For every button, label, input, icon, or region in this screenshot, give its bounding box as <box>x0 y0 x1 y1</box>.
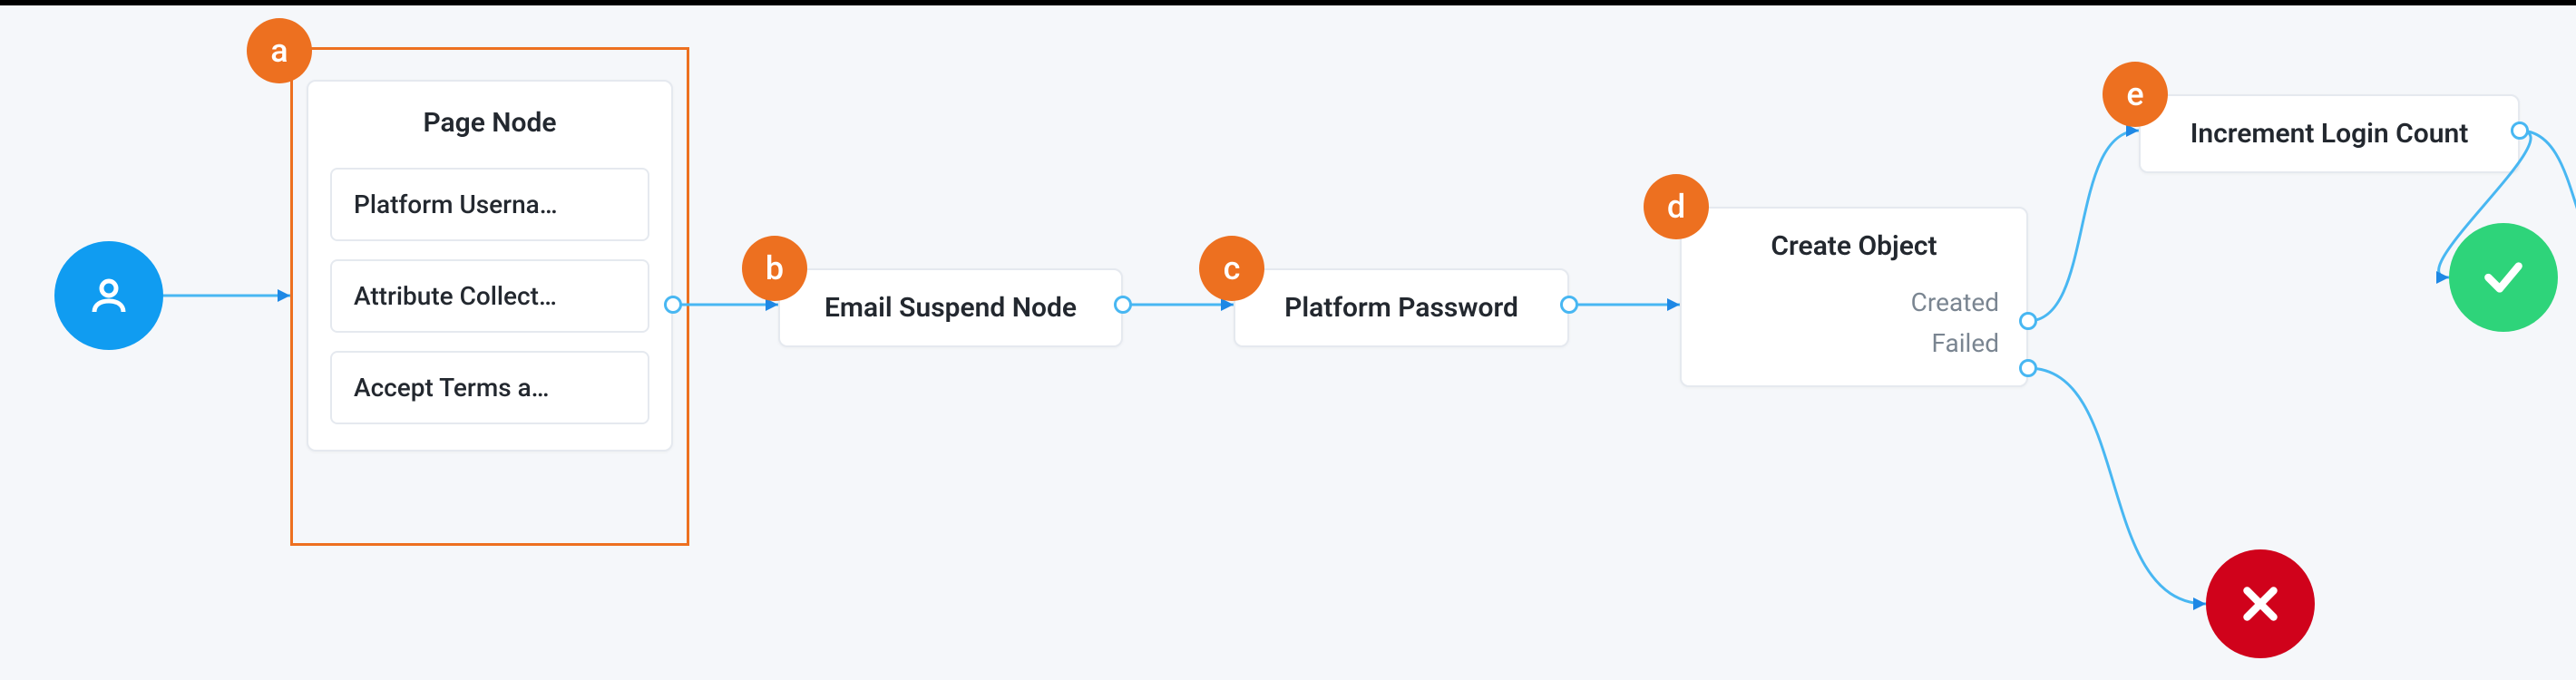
badge-b: b <box>742 236 807 301</box>
badge-c: c <box>1199 236 1264 301</box>
connector-d-created-to-e <box>2028 131 2139 321</box>
node-d-output-created: Created <box>1709 282 1999 323</box>
page-node-item[interactable]: Platform Userna… <box>330 168 649 241</box>
node-b-output-port[interactable] <box>1114 296 1132 314</box>
page-node-item[interactable]: Attribute Collect… <box>330 259 649 333</box>
flow-diagram: Page Node Platform Userna… Attribute Col… <box>0 5 2576 675</box>
node-title: Create Object <box>1709 230 1999 262</box>
badge-e: e <box>2103 62 2168 127</box>
node-e-output-port[interactable] <box>2511 121 2529 140</box>
create-object-node[interactable]: Create Object Created Failed <box>1680 207 2028 387</box>
badge-a: a <box>247 18 312 83</box>
platform-password-node[interactable]: Platform Password <box>1234 268 1569 347</box>
check-icon <box>2481 255 2526 300</box>
user-icon <box>87 274 131 317</box>
arrow-start-to-a <box>278 289 290 302</box>
arrow-c-to-d <box>1667 298 1680 311</box>
success-node[interactable] <box>2449 223 2558 332</box>
node-title: Email Suspend Node <box>807 292 1094 324</box>
x-icon <box>2238 581 2283 627</box>
page-node[interactable]: Page Node Platform Userna… Attribute Col… <box>307 80 673 452</box>
arrow-d-failed-to-fail <box>2193 597 2206 610</box>
fail-node[interactable] <box>2206 549 2315 658</box>
start-node[interactable] <box>54 241 163 350</box>
badge-d: d <box>1644 174 1709 239</box>
page-node-output-port[interactable] <box>664 296 682 314</box>
arrow-e-to-success <box>2436 271 2449 284</box>
node-c-output-port[interactable] <box>1560 296 1578 314</box>
page-node-title: Page Node <box>330 107 649 139</box>
increment-login-count-node[interactable]: Increment Login Count <box>2139 94 2520 173</box>
node-d-failed-port[interactable] <box>2019 359 2037 377</box>
connector-d-failed-to-fail <box>2028 368 2206 604</box>
page-node-item[interactable]: Accept Terms a… <box>330 351 649 424</box>
email-suspend-node[interactable]: Email Suspend Node <box>778 268 1123 347</box>
node-d-output-failed: Failed <box>1709 323 1999 364</box>
node-d-created-port[interactable] <box>2019 312 2037 330</box>
node-title: Platform Password <box>1263 292 1540 324</box>
node-title: Increment Login Count <box>2168 118 2491 150</box>
